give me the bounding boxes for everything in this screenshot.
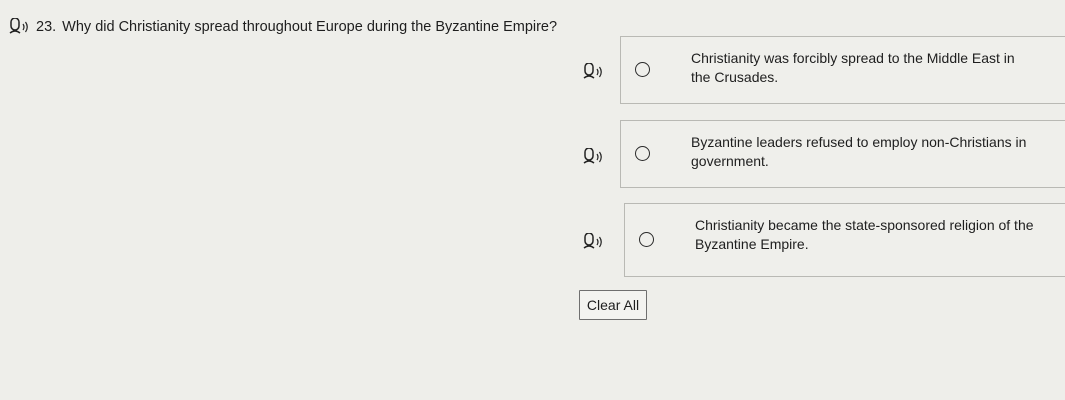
radio-button[interactable] — [635, 62, 650, 77]
radio-button[interactable] — [639, 232, 654, 247]
choice-2-speaker-icon[interactable] — [582, 148, 604, 166]
answer-choice-3[interactable]: Christianity became the state-sponsored … — [624, 203, 1065, 277]
choice-1-speaker-icon[interactable] — [582, 63, 604, 81]
answer-choice-2[interactable]: Byzantine leaders refused to employ non-… — [620, 120, 1065, 188]
question-header: 23. Why did Christianity spread througho… — [8, 18, 557, 36]
speaker-icon[interactable] — [8, 18, 30, 36]
answer-choice-text: Christianity became the state-sponsored … — [695, 217, 1034, 252]
choice-3-speaker-icon[interactable] — [582, 233, 604, 251]
question-text: Why did Christianity spread throughout E… — [62, 19, 558, 35]
question-number: 23. — [36, 19, 57, 35]
answer-choice-1[interactable]: Christianity was forcibly spread to the … — [620, 36, 1065, 104]
radio-button[interactable] — [635, 146, 650, 161]
answer-choice-text: Christianity was forcibly spread to the … — [691, 50, 1015, 85]
clear-all-button[interactable]: Clear All — [579, 290, 647, 320]
answer-choice-text: Byzantine leaders refused to employ non-… — [691, 134, 1027, 169]
